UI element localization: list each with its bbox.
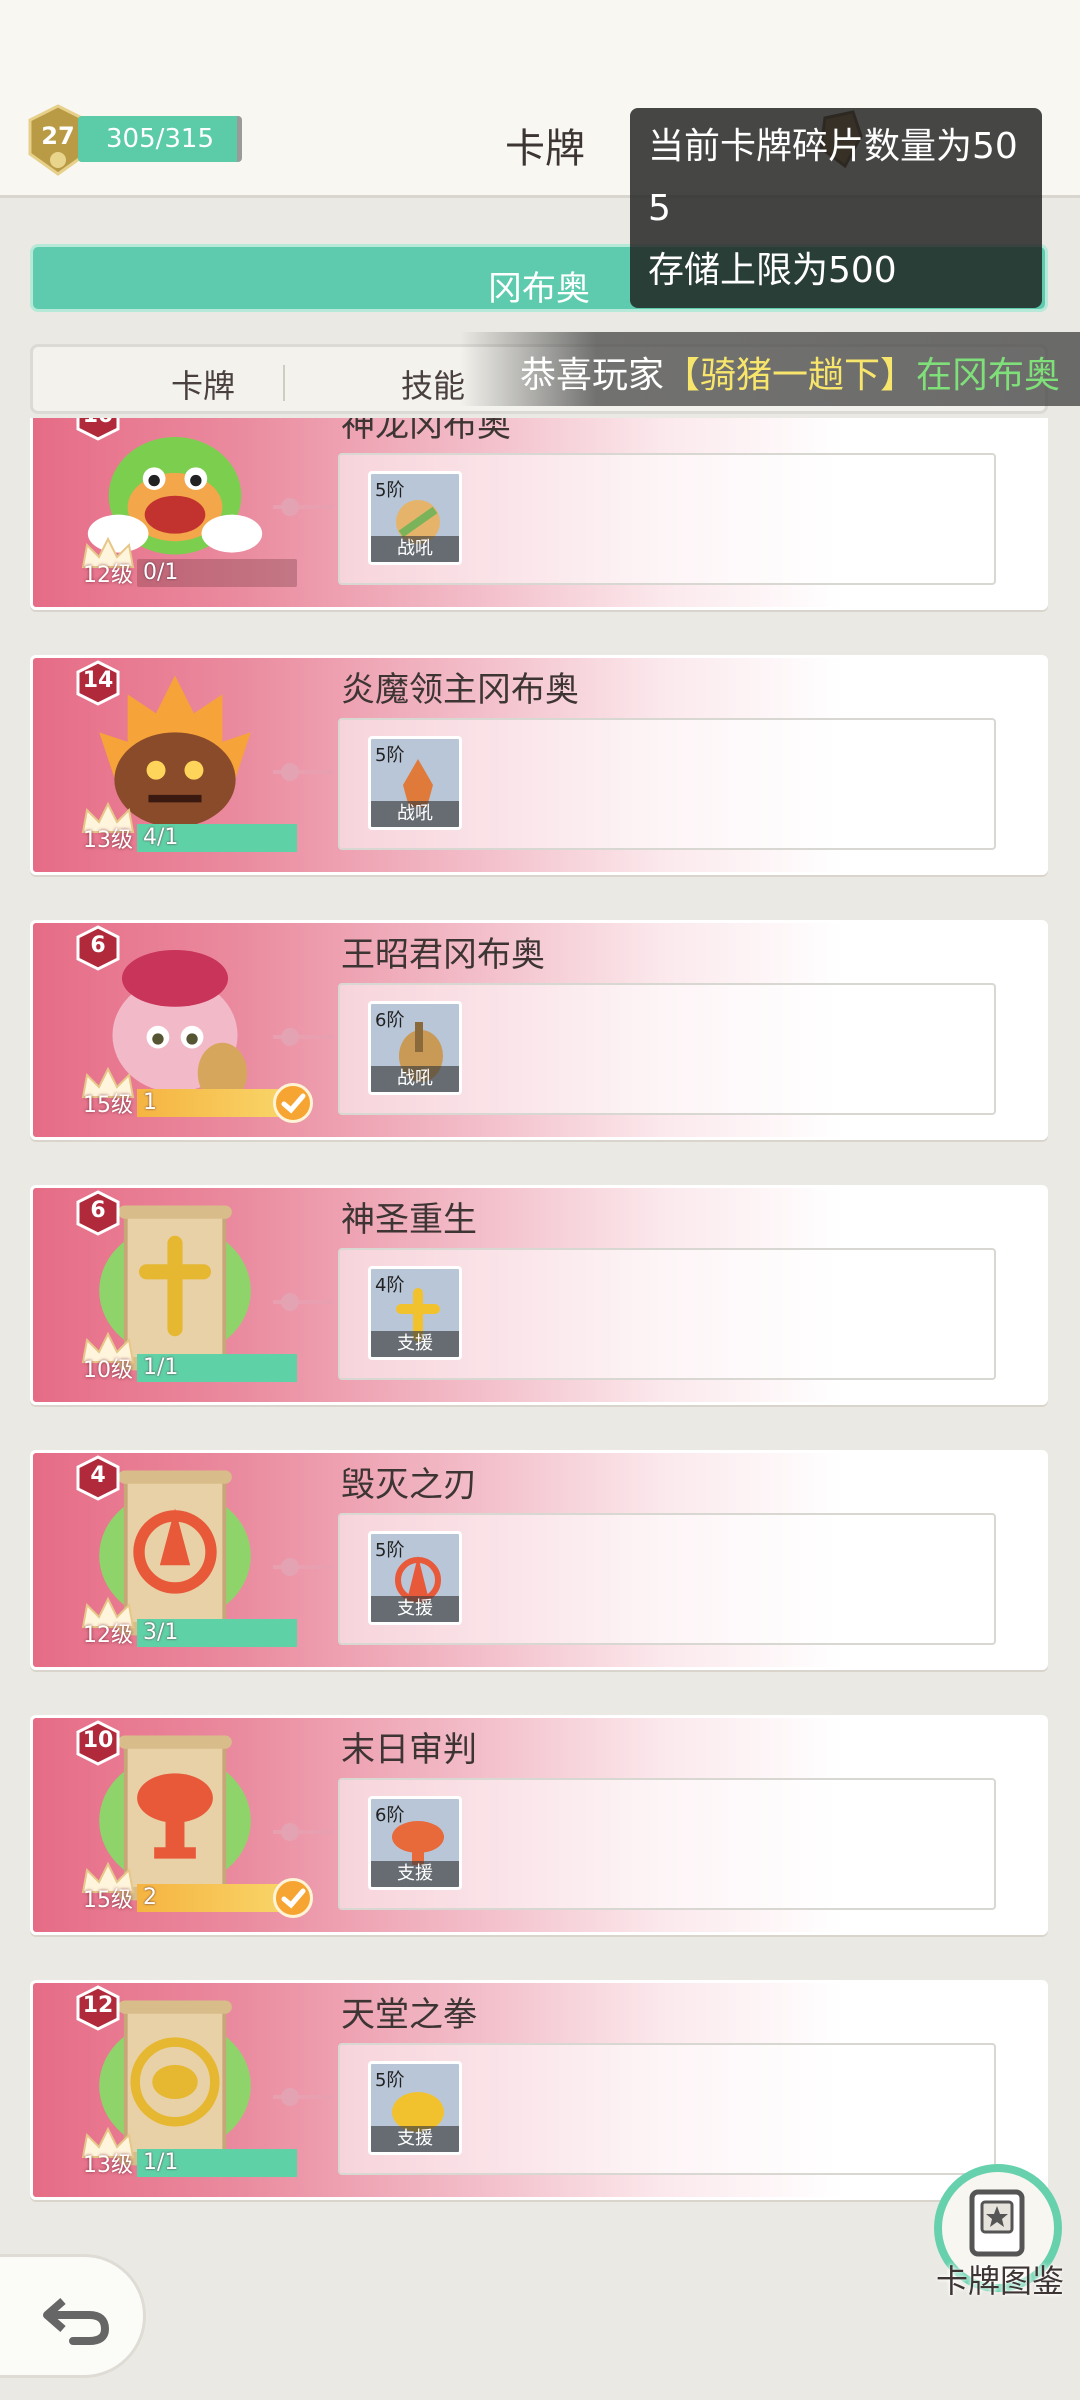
back-button[interactable] bbox=[0, 2254, 146, 2378]
skill-stage: 6阶 bbox=[375, 1010, 405, 1031]
skill-box: 5阶 战吼 bbox=[338, 453, 996, 585]
card-level: 12级 bbox=[83, 563, 133, 588]
card-progress-text: 0/1 bbox=[143, 560, 179, 585]
card-rank: 10 bbox=[75, 418, 121, 428]
skill-icon[interactable]: 5阶 支援 bbox=[368, 1531, 462, 1625]
tab-divider bbox=[283, 365, 285, 401]
page-title: 卡牌 bbox=[505, 126, 585, 172]
skill-box: 4阶 支援 bbox=[338, 1248, 996, 1380]
card-rank: 12 bbox=[82, 1993, 114, 2018]
back-arrow-icon bbox=[43, 2297, 110, 2345]
card-progress-bar: 3/1 bbox=[137, 1619, 297, 1647]
card-level: 13级 bbox=[83, 2153, 133, 2178]
skill-type: 支援 bbox=[371, 1331, 459, 1357]
skill-stage: 5阶 bbox=[375, 480, 405, 501]
exp-text: 305/315 bbox=[106, 124, 215, 154]
card-codex-label: 卡牌图鉴 bbox=[935, 2262, 1064, 2300]
card-progress-text: 1 bbox=[143, 1090, 157, 1115]
skill-box: 5阶 战吼 bbox=[338, 718, 996, 850]
card-level: 13级 bbox=[83, 828, 133, 853]
check-icon bbox=[273, 1083, 313, 1123]
skill-icon[interactable]: 5阶 支援 bbox=[368, 2061, 462, 2155]
skill-stage: 5阶 bbox=[375, 2070, 405, 2091]
skill-type: 战吼 bbox=[371, 801, 459, 827]
card-title: 毁灭之刃 bbox=[341, 1465, 477, 1505]
announcement-ticker: 恭喜玩家【骑猪一趟下】在冈布奥 bbox=[460, 332, 1080, 406]
card-level: 15级 bbox=[83, 1093, 133, 1118]
skill-icon[interactable]: 5阶 战吼 bbox=[368, 736, 462, 830]
card-item[interactable]: 10 12级 0/1 神龙冈布奥 5阶 战吼 bbox=[30, 418, 1048, 610]
card-progress-text: 3/1 bbox=[143, 1620, 179, 1645]
card-progress-bar: 1/1 bbox=[137, 2149, 297, 2177]
card-rank: 4 bbox=[90, 1463, 106, 1488]
card-item[interactable]: 6 10级 1/1 神圣重生 4阶 支援 bbox=[30, 1185, 1048, 1405]
skill-type: 支援 bbox=[371, 1861, 459, 1887]
skill-icon[interactable]: 4阶 支援 bbox=[368, 1266, 462, 1360]
card-connector-dot bbox=[281, 763, 299, 781]
card-title: 末日审判 bbox=[341, 1730, 477, 1770]
card-connector-dot bbox=[281, 1558, 299, 1576]
skill-type: 战吼 bbox=[371, 536, 459, 562]
card-level: 12级 bbox=[83, 1623, 133, 1648]
skill-stage: 6阶 bbox=[375, 1805, 405, 1826]
skill-stage: 4阶 bbox=[375, 1275, 405, 1296]
skill-box: 6阶 支援 bbox=[338, 1778, 996, 1910]
card-item[interactable]: 6 15级 1 王昭君冈布奥 6阶 战吼 bbox=[30, 920, 1048, 1140]
card-connector-dot bbox=[281, 1823, 299, 1841]
check-icon bbox=[273, 1878, 313, 1918]
skill-box: 5阶 支援 bbox=[338, 1513, 996, 1645]
ticker-player: 【骑猪一趟下】 bbox=[664, 355, 917, 396]
card-progress-bar: 1/1 bbox=[137, 1354, 297, 1382]
card-title: 王昭君冈布奥 bbox=[341, 935, 545, 975]
card-title: 神龙冈布奥 bbox=[341, 418, 511, 445]
card-progress-bar: 0/1 bbox=[137, 559, 297, 587]
card-rank: 14 bbox=[82, 668, 114, 693]
card-connector-dot bbox=[281, 498, 299, 516]
card-connector-dot bbox=[281, 1028, 299, 1046]
card-item[interactable]: 10 15级 2 末日审判 6阶 支援 bbox=[30, 1715, 1048, 1935]
skill-icon[interactable]: 5阶 战吼 bbox=[368, 471, 462, 565]
tooltip-line-limit: 存储上限为500 bbox=[648, 250, 897, 291]
card-connector-dot bbox=[281, 2088, 299, 2106]
ticker-target: 冈布奥 bbox=[952, 355, 1061, 396]
card-progress-text: 1/1 bbox=[143, 1355, 179, 1380]
card-rank: 6 bbox=[90, 1198, 106, 1223]
exp-bar: 305/315 bbox=[78, 116, 242, 162]
card-progress-bar: 4/1 bbox=[137, 824, 297, 852]
skill-type: 支援 bbox=[371, 1596, 459, 1622]
skill-icon[interactable]: 6阶 支援 bbox=[368, 1796, 462, 1890]
card-rank: 10 bbox=[82, 1728, 114, 1753]
ticker-text: 恭喜玩家【骑猪一趟下】在冈布奥 bbox=[520, 346, 1060, 398]
shard-tooltip: 当前卡牌碎片数量为505 存储上限为500 bbox=[630, 108, 1042, 308]
card-item[interactable]: 12 13级 1/1 天堂之拳 5阶 支援 bbox=[30, 1980, 1048, 2200]
card-progress-text: 4/1 bbox=[143, 825, 179, 850]
skill-stage: 5阶 bbox=[375, 745, 405, 766]
skill-box: 6阶 战吼 bbox=[338, 983, 996, 1115]
card-connector-dot bbox=[281, 1293, 299, 1311]
card-list[interactable]: 10 12级 0/1 神龙冈布奥 5阶 战吼 bbox=[30, 418, 1050, 2230]
tab-cards[interactable]: 卡牌 bbox=[103, 361, 303, 407]
card-title: 炎魔领主冈布奥 bbox=[341, 670, 579, 710]
card-title: 天堂之拳 bbox=[341, 1995, 477, 2035]
skill-type: 战吼 bbox=[371, 1066, 459, 1092]
ticker-prefix: 恭喜玩家 bbox=[520, 355, 665, 396]
tooltip-line-count: 当前卡牌碎片数量为505 bbox=[648, 126, 1018, 229]
card-progress-text: 2 bbox=[143, 1885, 157, 1910]
card-level: 10级 bbox=[83, 1358, 133, 1383]
skill-icon[interactable]: 6阶 战吼 bbox=[368, 1001, 462, 1095]
card-rank: 6 bbox=[90, 933, 106, 958]
card-item[interactable]: 4 12级 3/1 毁灭之刃 5阶 支援 bbox=[30, 1450, 1048, 1670]
ticker-middle: 在 bbox=[916, 355, 953, 396]
card-book-icon bbox=[969, 2189, 1025, 2257]
card-item[interactable]: 14 13级 4/1 炎魔领主冈布奥 5阶 战吼 bbox=[30, 655, 1048, 875]
card-title: 神圣重生 bbox=[341, 1200, 477, 1240]
skill-stage: 5阶 bbox=[375, 1540, 405, 1561]
skill-box: 5阶 支援 bbox=[338, 2043, 996, 2175]
card-level: 15级 bbox=[83, 1888, 133, 1913]
skill-type: 支援 bbox=[371, 2126, 459, 2152]
card-progress-text: 1/1 bbox=[143, 2150, 179, 2175]
